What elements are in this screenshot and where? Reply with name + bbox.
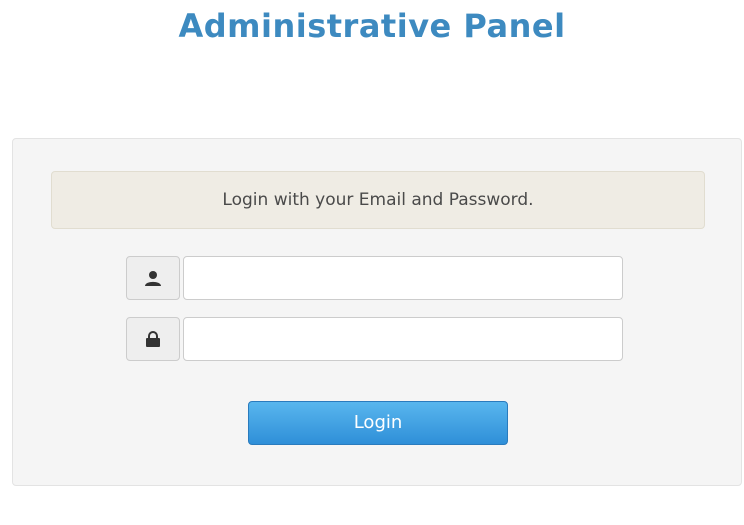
lock-icon (126, 317, 180, 361)
password-input-group (126, 317, 623, 361)
user-icon-glyph (145, 271, 161, 286)
page: Administrative Panel Login with your Ema… (0, 0, 744, 525)
password-field[interactable] (183, 317, 623, 361)
login-panel: Login with your Email and Password. Logi… (12, 138, 742, 486)
page-title: Administrative Panel (178, 7, 566, 45)
login-button[interactable]: Login (248, 401, 508, 445)
user-icon (126, 256, 180, 300)
email-input-group (126, 256, 623, 300)
login-message: Login with your Email and Password. (51, 171, 705, 229)
lock-icon-glyph (146, 331, 160, 347)
email-field[interactable] (183, 256, 623, 300)
